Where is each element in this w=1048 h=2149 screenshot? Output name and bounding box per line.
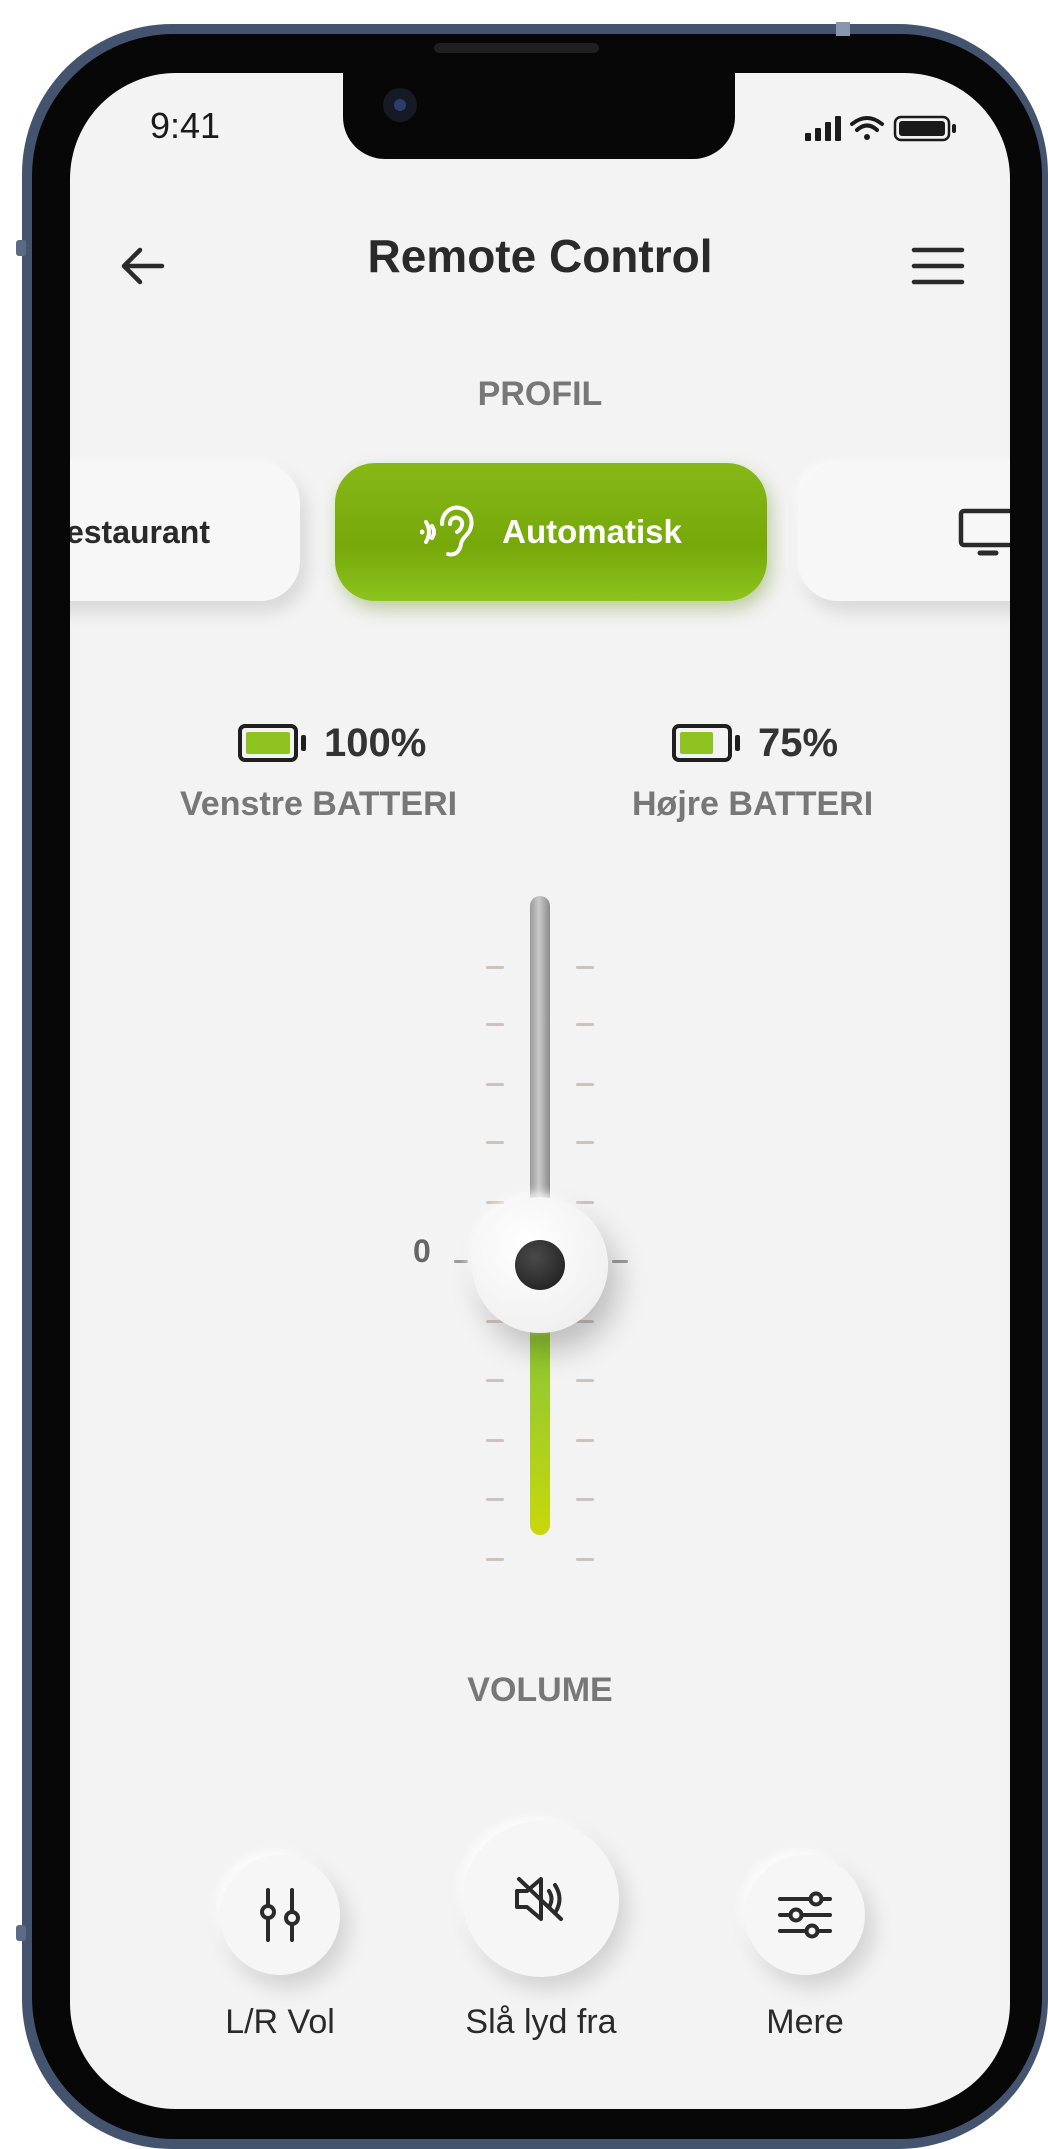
mute-speaker-icon bbox=[515, 1877, 563, 1921]
volume-tick bbox=[486, 966, 504, 969]
more-button[interactable] bbox=[745, 1855, 865, 1975]
volume-tick bbox=[486, 1023, 504, 1026]
volume-tick bbox=[486, 1439, 504, 1442]
volume-tick bbox=[486, 1558, 504, 1561]
volume-tick bbox=[576, 1558, 594, 1561]
sliders-horizontal-icon bbox=[778, 1891, 832, 1939]
wifi-icon bbox=[850, 116, 884, 140]
volume-tick bbox=[486, 1379, 504, 1382]
battery-status-icon bbox=[893, 115, 956, 142]
volume-track-upper bbox=[530, 896, 550, 1206]
tv-icon bbox=[958, 508, 1010, 556]
volume-tick bbox=[486, 1141, 504, 1144]
battery-fill bbox=[680, 732, 713, 754]
page-title: Remote Control bbox=[367, 230, 713, 282]
battery-fill bbox=[246, 732, 290, 754]
volume-slider-thumb[interactable] bbox=[472, 1197, 608, 1333]
front-camera bbox=[383, 88, 417, 122]
left-battery: 100% bbox=[238, 713, 426, 773]
menu-icon[interactable] bbox=[910, 241, 966, 291]
side-button bbox=[16, 1925, 26, 1941]
profile-chip-label: Automatisk bbox=[502, 513, 682, 550]
lr-volume-label: L/R Vol bbox=[225, 2003, 335, 2041]
earpiece-speaker bbox=[434, 43, 599, 53]
battery-icon bbox=[672, 724, 740, 762]
more-label: Mere bbox=[766, 2003, 844, 2041]
volume-tick bbox=[486, 1083, 504, 1086]
signal-icon bbox=[805, 116, 841, 141]
frame-antenna-band bbox=[836, 22, 850, 36]
profile-chip-label: Restaurant bbox=[70, 513, 210, 550]
screen: 9:41 Remote Control PROFIL Restaurant bbox=[70, 73, 1010, 2109]
mute-label: Slå lyd fra bbox=[465, 2003, 617, 2041]
volume-tick bbox=[576, 1141, 594, 1144]
sliders-vertical-icon bbox=[260, 1888, 300, 1942]
profile-chip-automatisk[interactable]: Automatisk bbox=[335, 463, 767, 601]
side-button bbox=[16, 240, 26, 256]
volume-tick bbox=[576, 1083, 594, 1086]
status-icons bbox=[805, 115, 956, 142]
volume-tick bbox=[576, 1201, 594, 1204]
volume-tick bbox=[576, 1439, 594, 1442]
left-battery-label: Venstre BATTERI bbox=[180, 785, 458, 823]
volume-tick bbox=[486, 1201, 504, 1204]
zero-tick bbox=[612, 1260, 628, 1263]
volume-zero-label: 0 bbox=[413, 1233, 431, 1269]
volume-tick bbox=[576, 1498, 594, 1501]
lr-volume-button[interactable] bbox=[220, 1855, 340, 1975]
battery-icon bbox=[238, 724, 306, 762]
volume-tick bbox=[576, 966, 594, 969]
back-arrow-icon[interactable] bbox=[114, 238, 170, 294]
knob-center bbox=[515, 1240, 565, 1290]
right-battery: 75% bbox=[672, 713, 838, 773]
zero-tick bbox=[454, 1260, 468, 1263]
volume-tick bbox=[486, 1498, 504, 1501]
left-battery-percent: 100% bbox=[324, 720, 427, 765]
profile-chip-restaurant[interactable]: Restaurant bbox=[70, 463, 300, 601]
volume-tick bbox=[576, 1023, 594, 1026]
volume-label: VOLUME bbox=[467, 1671, 613, 1709]
mute-button[interactable] bbox=[463, 1821, 619, 1977]
right-battery-label: Højre BATTERI bbox=[632, 785, 874, 823]
ear-sound-icon bbox=[420, 505, 474, 557]
profile-section-label: PROFIL bbox=[477, 375, 603, 413]
right-battery-percent: 75% bbox=[758, 720, 839, 765]
volume-tick bbox=[576, 1379, 594, 1382]
status-time: 9:41 bbox=[150, 105, 221, 146]
profile-chip-tv[interactable] bbox=[798, 463, 1010, 601]
